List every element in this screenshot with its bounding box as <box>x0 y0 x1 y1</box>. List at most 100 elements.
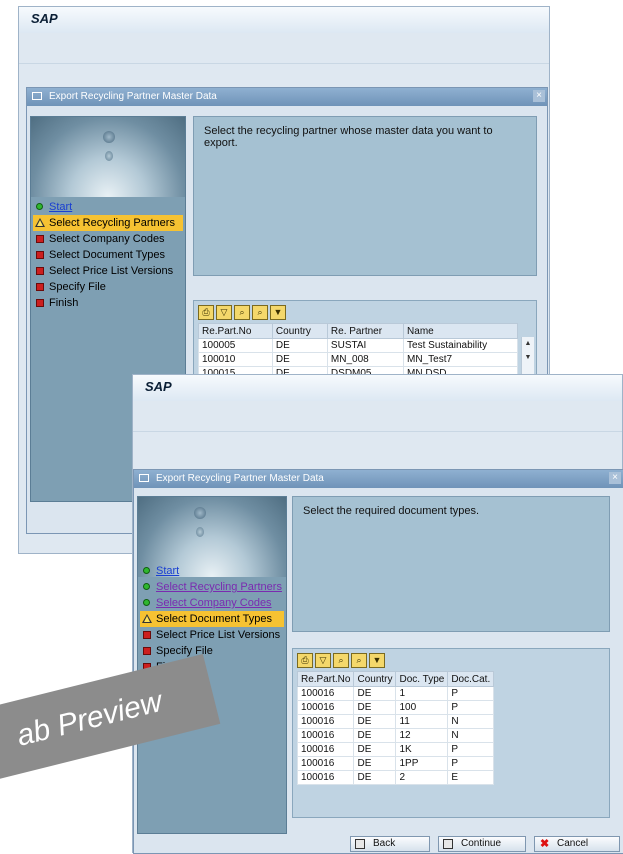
table-cell[interactable]: E <box>447 770 495 785</box>
table-row[interactable]: 100016 DE 1 P <box>296 686 495 701</box>
table-cell[interactable]: DE <box>353 686 397 701</box>
table-cell[interactable]: 100016 <box>296 714 355 729</box>
filter-icon[interactable]: ▽ <box>315 653 331 668</box>
table-row[interactable]: 100016 DE 100 P <box>296 700 495 715</box>
table-cell[interactable]: MN_Test7 <box>403 352 518 367</box>
table-cell[interactable]: 1K <box>395 742 449 757</box>
warning-triangle-icon <box>35 218 45 227</box>
filter-icon[interactable]: ▽ <box>216 305 232 320</box>
table-cell[interactable]: 100016 <box>296 700 355 715</box>
wizard-step-label: Select Company Codes <box>156 597 272 609</box>
cancel-button[interactable]: ✖ Cancel <box>534 836 620 852</box>
print-icon[interactable]: ⎙ <box>198 305 214 320</box>
table-row[interactable]: 100016 DE 1K P <box>296 742 495 757</box>
column-header[interactable]: Country <box>271 323 328 339</box>
find-next-icon[interactable]: ⌕ <box>351 653 367 668</box>
dialog-window-icon <box>32 92 42 100</box>
green-dot-icon <box>143 567 150 574</box>
table-cell[interactable]: SUSTAI <box>326 338 405 353</box>
wizard-step[interactable]: Specify File <box>140 643 284 659</box>
column-header[interactable]: Doc. Type <box>395 671 449 687</box>
dialog-title: Export Recycling Partner Master Data <box>156 473 324 484</box>
set-filter-icon[interactable]: ▼ <box>270 305 286 320</box>
red-square-icon <box>36 235 44 243</box>
table-cell[interactable]: 100016 <box>296 770 355 785</box>
table-row[interactable]: 100016 DE 2 E <box>296 770 495 785</box>
table-cell[interactable]: 100 <box>395 700 449 715</box>
table-cell[interactable]: N <box>447 714 495 729</box>
wizard-step[interactable]: Select Document Types <box>140 611 284 627</box>
table-cell[interactable]: 100016 <box>296 756 355 771</box>
table-cell[interactable]: P <box>447 686 495 701</box>
table-row[interactable]: 100010 DE MN_008 MN_Test7 <box>198 352 518 367</box>
table-cell[interactable]: DE <box>353 770 397 785</box>
table-cell[interactable]: Test Sustainability <box>403 338 518 353</box>
column-header[interactable]: Country <box>353 671 397 687</box>
wizard-step[interactable]: Start <box>140 563 284 579</box>
table-cell[interactable]: DE <box>271 352 328 367</box>
table-row[interactable]: 100016 DE 1PP P <box>296 756 495 771</box>
table-cell[interactable]: 2 <box>395 770 449 785</box>
table-cell[interactable]: DE <box>353 714 397 729</box>
dialog-window-icon <box>139 474 149 482</box>
scroll-up-icon[interactable]: ▲ <box>523 339 533 349</box>
table-header-row: Re.Part.No Country Re. Partner Name <box>198 323 518 339</box>
wizard-step[interactable]: Select Recycling Partners <box>33 215 183 231</box>
instruction-text: Select the recycling partner whose maste… <box>204 125 493 149</box>
table-cell[interactable]: 1 <box>395 686 449 701</box>
table-cell[interactable]: P <box>447 700 495 715</box>
table-cell[interactable]: 12 <box>395 728 449 743</box>
table-cell[interactable]: DE <box>271 338 328 353</box>
wizard-step[interactable]: Select Price List Versions <box>33 263 183 279</box>
wizard-step-label: Select Document Types <box>156 613 272 625</box>
column-header[interactable]: Doc.Cat. <box>447 671 495 687</box>
table-cell[interactable]: 1PP <box>395 756 449 771</box>
table-cell[interactable]: DE <box>353 756 397 771</box>
table-row[interactable]: 100016 DE 11 N <box>296 714 495 729</box>
table-cell[interactable]: DE <box>353 700 397 715</box>
table-row[interactable]: 100005 DE SUSTAI Test Sustainability <box>198 338 518 353</box>
wizard-step[interactable]: Start <box>33 199 183 215</box>
table-cell[interactable]: N <box>447 728 495 743</box>
wizard-step[interactable]: Specify File <box>33 279 183 295</box>
table-cell[interactable]: DE <box>353 742 397 757</box>
table-cell[interactable]: 100016 <box>296 742 355 757</box>
close-icon[interactable]: × <box>609 472 621 484</box>
table-cell[interactable]: 100016 <box>296 728 355 743</box>
column-header[interactable]: Re. Partner <box>326 323 405 339</box>
wizard-step-label: Select Recycling Partners <box>49 217 175 229</box>
table-cell[interactable]: 100010 <box>198 352 273 367</box>
table-cell[interactable]: 100016 <box>296 686 355 701</box>
continue-button[interactable]: Continue <box>438 836 526 852</box>
table-cell[interactable]: 11 <box>395 714 449 729</box>
doctype-grid-area: ⎙ ▽ ⌕ ⌕ ▼ Re.Part.No Country Doc. Type Doc.… <box>292 648 610 818</box>
find-icon[interactable]: ⌕ <box>333 653 349 668</box>
table-cell[interactable]: MN_008 <box>326 352 405 367</box>
back-button[interactable]: Back <box>350 836 430 852</box>
table-cell[interactable]: DE <box>353 728 397 743</box>
green-dot-icon <box>143 583 150 590</box>
doctype-table: Re.Part.No Country Doc. Type Doc.Cat. 100016… <box>296 671 495 785</box>
set-filter-icon[interactable]: ▼ <box>369 653 385 668</box>
find-icon[interactable]: ⌕ <box>234 305 250 320</box>
instruction-text: Select the required document types. <box>303 505 480 517</box>
wizard-step[interactable]: Select Document Types <box>33 247 183 263</box>
wizard-step[interactable]: Finish <box>33 295 183 311</box>
column-header[interactable]: Re.Part.No <box>198 323 273 339</box>
export-dialog-front: Export Recycling Partner Master Data × S… <box>133 469 623 854</box>
find-next-icon[interactable]: ⌕ <box>252 305 268 320</box>
table-row[interactable]: 100016 DE 12 N <box>296 728 495 743</box>
table-cell[interactable]: P <box>447 742 495 757</box>
wizard-step[interactable]: Select Recycling Partners <box>140 579 284 595</box>
instruction-panel: Select the required document types. <box>292 496 610 632</box>
table-cell[interactable]: 100005 <box>198 338 273 353</box>
scroll-down-icon[interactable]: ▼ <box>523 353 533 363</box>
print-icon[interactable]: ⎙ <box>297 653 313 668</box>
wizard-step[interactable]: Select Price List Versions <box>140 627 284 643</box>
column-header[interactable]: Name <box>403 323 518 339</box>
wizard-step[interactable]: Select Company Codes <box>33 231 183 247</box>
table-cell[interactable]: P <box>447 756 495 771</box>
column-header[interactable]: Re.Part.No <box>296 671 355 687</box>
wizard-step[interactable]: Select Company Codes <box>140 595 284 611</box>
close-icon[interactable]: × <box>533 90 545 102</box>
